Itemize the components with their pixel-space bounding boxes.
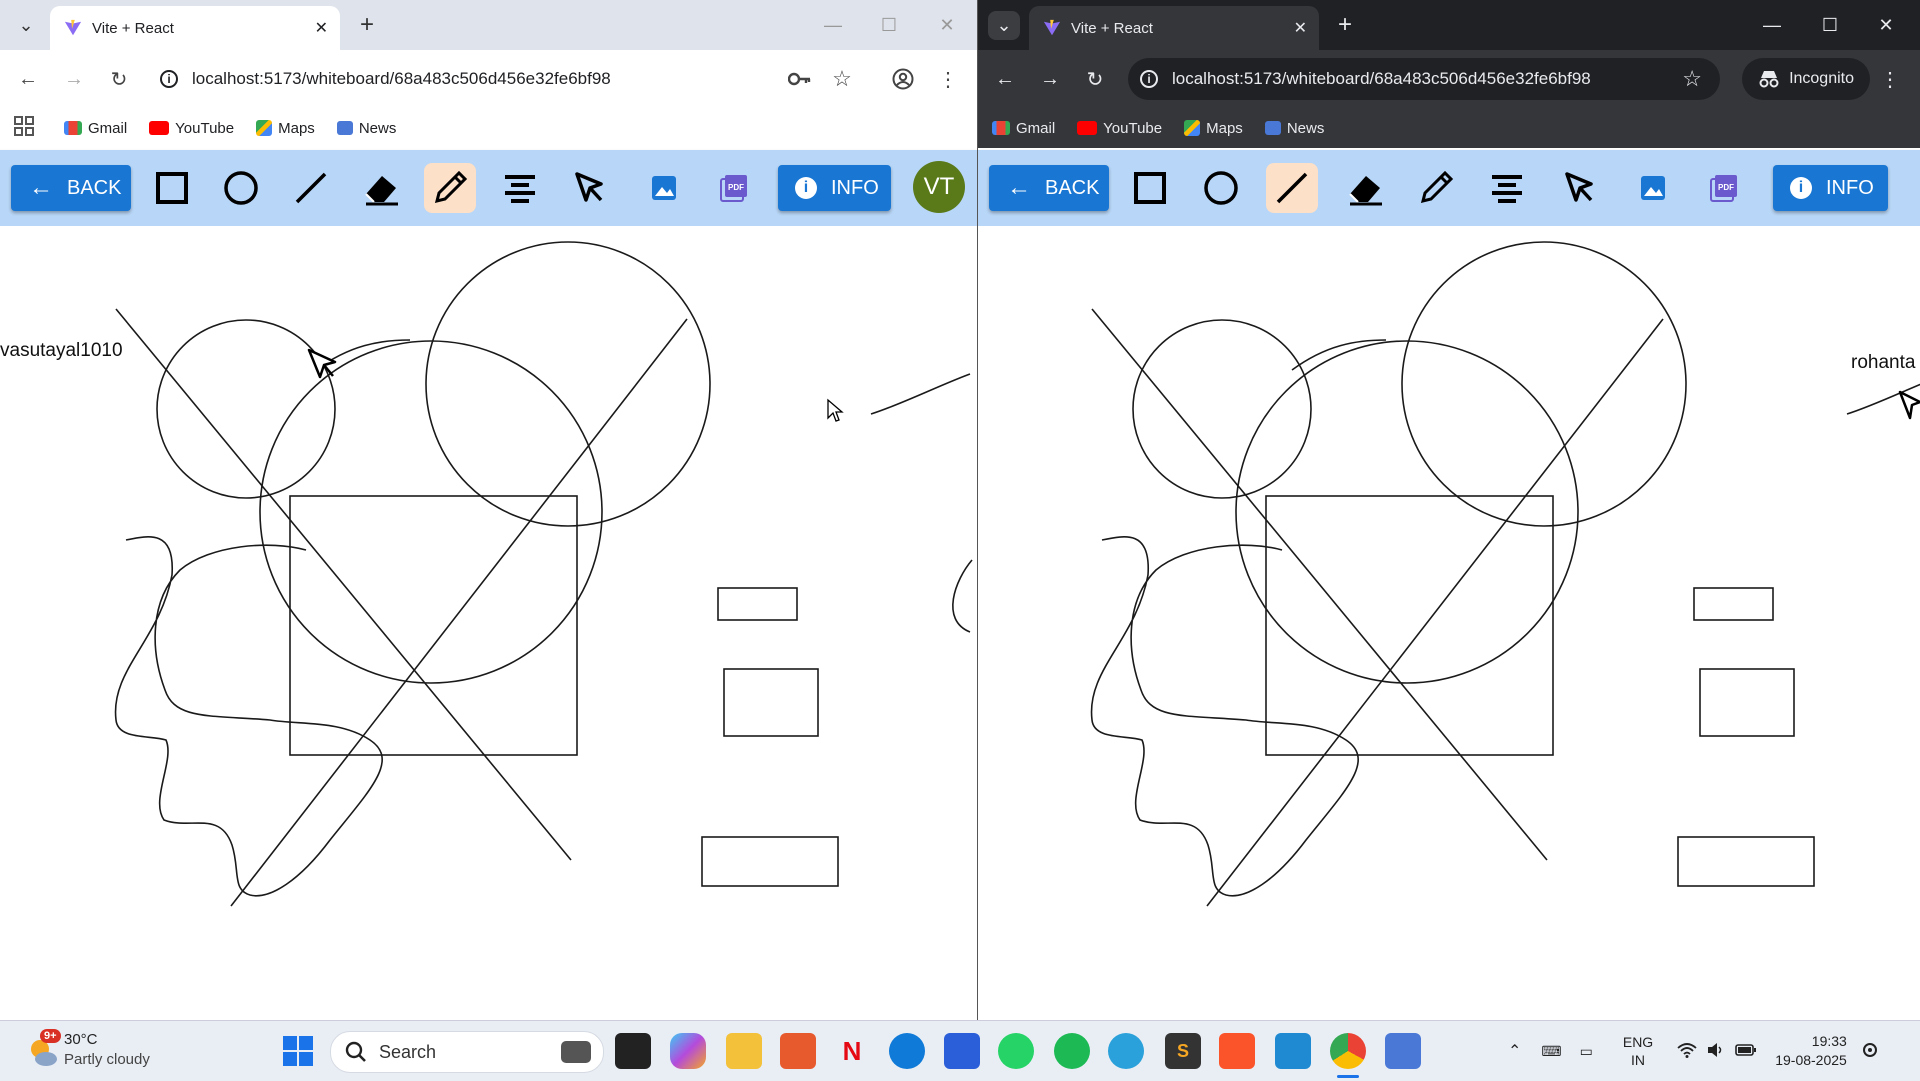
remote-cursor-icon (307, 348, 337, 379)
freehand-stroke (870, 373, 971, 415)
top-circle-stroke (425, 241, 711, 527)
app-window-icon[interactable] (1385, 1033, 1421, 1069)
whatsapp-icon[interactable] (998, 1033, 1034, 1069)
weather-widget[interactable]: 9+ (24, 1029, 68, 1073)
active-app-indicator (1337, 1075, 1359, 1078)
chrome-icon[interactable] (1330, 1033, 1366, 1069)
diagonal-line-stroke (115, 308, 572, 861)
volume-icon[interactable] (1707, 1042, 1725, 1061)
brave-icon[interactable] (1219, 1033, 1255, 1069)
system-tray: ⌃ ⌨ ▭ ENG IN 19:33 19-08-2025 (1508, 1021, 1879, 1081)
clock[interactable]: 19:33 19-08-2025 (1775, 1032, 1847, 1070)
search-icon (345, 1041, 366, 1062)
windows-start-icon[interactable] (280, 1033, 316, 1069)
notification-badge: 9+ (40, 1029, 61, 1043)
windows-taskbar: 9+ 30°C Partly cloudy Search N S ⌃ ⌨ ▭ E… (0, 1020, 1920, 1081)
taskbar-search[interactable]: Search (330, 1031, 604, 1073)
file-explorer-icon[interactable] (726, 1033, 762, 1069)
vscode-icon[interactable] (1275, 1033, 1311, 1069)
drawing-layer (114, 241, 973, 907)
wifi-icon[interactable] (1677, 1042, 1697, 1061)
large-circle-stroke (1235, 340, 1579, 684)
top-circle-stroke (1401, 241, 1687, 527)
medium-rect-stroke (723, 668, 819, 737)
mouse-pointer-icon (827, 398, 844, 422)
store-icon[interactable] (944, 1033, 980, 1069)
whiteboard-canvas[interactable]: rohanta (978, 226, 1920, 1020)
search-highlight-icon (561, 1041, 591, 1063)
keyboard-icon[interactable]: ⌨ (1541, 1043, 1561, 1060)
medium-rect-stroke (1699, 668, 1795, 737)
app-icon[interactable] (780, 1033, 816, 1069)
whiteboard-canvas[interactable]: vasutayal1010 (0, 226, 977, 1020)
copilot-icon[interactable] (670, 1033, 706, 1069)
netflix-icon[interactable]: N (834, 1033, 870, 1069)
weather-temp: 30°C (64, 1031, 98, 1048)
wide-rect-stroke (701, 836, 839, 887)
touchpad-icon[interactable]: ▭ (1580, 1043, 1593, 1060)
diagonal-line-stroke (1091, 308, 1548, 861)
remote-cursor-icon (1898, 390, 1920, 420)
chevron-up-icon[interactable]: ⌃ (1508, 1041, 1521, 1061)
edge-icon[interactable] (889, 1033, 925, 1069)
browser-window-right: ⌄ Vite + React ✕ + — ☐ ✕ ← → ↻ i localho… (978, 0, 1920, 1020)
square-stroke (1265, 495, 1554, 756)
freehand-stroke (1090, 536, 1359, 897)
square-stroke (289, 495, 578, 756)
diagonal-line-stroke (1206, 318, 1664, 907)
battery-icon[interactable] (1735, 1043, 1757, 1060)
remote-user-label: vasutayal1010 (0, 340, 123, 361)
drawing-layer (1090, 241, 1920, 907)
small-circle-stroke (1132, 319, 1312, 499)
small-rect-stroke (1693, 587, 1774, 621)
sublime-icon[interactable]: S (1165, 1033, 1201, 1069)
weather-condition: Partly cloudy (64, 1051, 150, 1068)
diagonal-line-stroke (230, 318, 688, 907)
telegram-icon[interactable] (1108, 1033, 1144, 1069)
freehand-stroke (952, 559, 973, 633)
spotify-icon[interactable] (1054, 1033, 1090, 1069)
remote-user-label: rohanta (1851, 352, 1916, 373)
small-rect-stroke (717, 587, 798, 621)
freehand-stroke (114, 536, 383, 897)
browser-window-left: ⌄ Vite + React ✕ + — ☐ ✕ ← → ↻ i localho… (0, 0, 979, 1020)
task-view-icon[interactable] (615, 1033, 651, 1069)
large-circle-stroke (259, 340, 603, 684)
language-indicator[interactable]: ENG IN (1623, 1033, 1653, 1069)
notification-settings-icon[interactable] (1861, 1041, 1879, 1062)
wide-rect-stroke (1677, 836, 1815, 887)
